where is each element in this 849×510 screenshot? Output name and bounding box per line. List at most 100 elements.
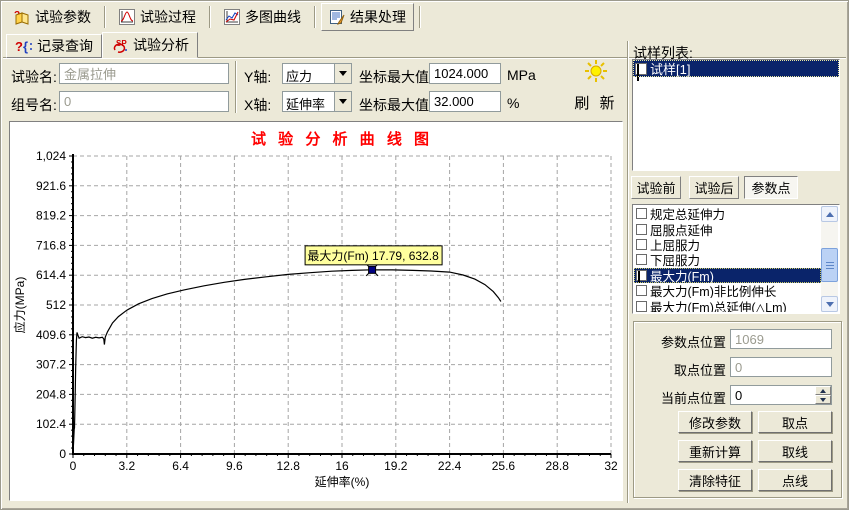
chart-panel[interactable]: 03.26.49.612.81619.222.425.628.8321,0249…	[9, 121, 623, 501]
x-tick-label: 22.4	[438, 459, 462, 473]
x-axis-selected-value: 延伸率	[283, 92, 334, 111]
y-tick-label: 716.8	[36, 238, 66, 252]
multi-chart-icon	[224, 9, 240, 25]
y-tick-label: 102.4	[36, 417, 66, 431]
param-item-label: 最大力(Fm)非比例伸长	[650, 283, 776, 298]
param-point-item[interactable]: 下屈服力	[634, 252, 821, 267]
scroll-down-button[interactable]	[821, 296, 838, 312]
x-tick-label: 16	[335, 459, 349, 473]
y-tick-label: 512	[46, 298, 66, 312]
toolbar-button-label: 多图曲线	[245, 7, 301, 27]
toolbar-button-multi-curves[interactable]: 多图曲线	[216, 3, 309, 31]
y-unit-label: MPa	[507, 67, 536, 83]
toolbar-button-label: 结果处理	[350, 7, 406, 27]
sample-list[interactable]: 试样[1]	[632, 59, 840, 171]
nav-tab-bar: ?{记录查询SP试验分析	[6, 32, 198, 58]
refresh-label: 刷 新	[574, 92, 617, 113]
x-coord-max-input[interactable]	[429, 91, 501, 112]
param-tab-before-test[interactable]: 试验前	[631, 176, 681, 199]
param-point-item[interactable]: 最大力(Fm)非比例伸长	[634, 283, 821, 298]
checkbox-checked[interactable]	[636, 270, 647, 281]
current-position-stepper[interactable]	[815, 386, 831, 404]
x-coord-max-label: 坐标最大值	[359, 95, 429, 115]
param-point-item[interactable]: 规定总延伸力	[634, 206, 821, 221]
param-point-item[interactable]: 最大力(Fm)总延伸(△Lm)	[634, 298, 821, 312]
pick-position-input	[730, 357, 832, 377]
param-tab-after-test[interactable]: 试验后	[689, 176, 739, 199]
param-groupbox: 参数点位置 取点位置 当前点位置 修改参数取点重新计算取线清除特征点线	[633, 321, 842, 498]
stress-strain-curve	[73, 270, 501, 454]
scrollbar[interactable]	[821, 206, 838, 312]
checkbox-unchecked[interactable]	[636, 208, 647, 219]
spinner-up-button[interactable]	[815, 386, 831, 395]
check-icon	[638, 271, 640, 283]
x-axis-select[interactable]: 延伸率	[282, 91, 352, 112]
y-tick-label: 614.4	[36, 268, 66, 282]
param-item-label: 下屈服力	[650, 252, 700, 267]
y-coord-max-input[interactable]	[429, 63, 501, 84]
param-tab-param-points[interactable]: 参数点	[744, 176, 798, 199]
y-tick-label: 409.6	[36, 328, 66, 342]
tab-test-analysis[interactable]: SP试验分析	[102, 32, 198, 58]
recalculate-button[interactable]: 重新计算	[678, 440, 752, 462]
modify-params-button[interactable]: 修改参数	[678, 411, 752, 433]
curve-chart-icon	[119, 9, 135, 25]
x-tick-label: 19.2	[384, 459, 408, 473]
toolbar-separator	[314, 6, 316, 28]
analysis-curve-chart[interactable]: 03.26.49.612.81619.222.425.628.8321,0249…	[10, 122, 622, 500]
toolbar-button-test-params[interactable]: ?试验参数	[5, 3, 99, 31]
param-item-label: 规定总延伸力	[650, 206, 725, 221]
test-name-input[interactable]	[59, 63, 229, 84]
checkbox-unchecked[interactable]	[636, 239, 647, 250]
book-icon: ?	[13, 9, 30, 25]
param-point-item[interactable]: 屈服点延伸	[634, 221, 821, 236]
pick-line-button[interactable]: 取线	[758, 440, 832, 462]
x-tick-label: 0	[70, 459, 77, 473]
y-tick-label: 819.2	[36, 209, 66, 223]
toolbar-button-result-processing[interactable]: 结果处理	[321, 3, 414, 31]
pick-point-button[interactable]: 取点	[758, 411, 832, 433]
chevron-down-icon[interactable]	[334, 92, 351, 111]
y-tick-label: 204.8	[36, 387, 66, 401]
checkbox-unchecked[interactable]	[636, 254, 647, 265]
checkbox-unchecked[interactable]	[636, 301, 647, 312]
point-line-button[interactable]: 点线	[758, 469, 832, 491]
sp-stamp-icon: SP	[111, 37, 129, 53]
arrow-up-icon	[826, 212, 834, 217]
chevron-down-icon[interactable]	[334, 64, 351, 83]
pick-position-label: 取点位置	[636, 360, 726, 379]
test-name-label: 试验名:	[11, 67, 57, 87]
svg-text:{: {	[23, 39, 28, 54]
x-tick-label: 28.8	[546, 459, 570, 473]
point-position-input	[730, 329, 832, 349]
toolbar-button-test-process[interactable]: 试验过程	[111, 3, 204, 31]
checkbox-unchecked[interactable]	[636, 224, 647, 235]
x-unit-label: %	[507, 95, 519, 111]
param-item-label: 最大力(Fm)	[650, 268, 714, 283]
y-tick-label: 307.2	[36, 358, 66, 372]
group-name-input[interactable]	[59, 91, 229, 112]
checkbox-checked[interactable]	[635, 63, 647, 75]
param-point-items: 规定总延伸力屈服点延伸上屈服力下屈服力最大力(Fm)最大力(Fm)非比例伸长最大…	[634, 206, 821, 312]
svg-text:SP: SP	[116, 39, 127, 48]
scroll-up-button[interactable]	[821, 206, 838, 222]
checkbox-unchecked[interactable]	[636, 285, 647, 296]
x-tick-label: 9.6	[226, 459, 243, 473]
query-icon: ?{	[15, 38, 33, 54]
scroll-thumb[interactable]	[821, 248, 838, 282]
toolbar-separator	[104, 6, 106, 28]
clear-features-button[interactable]: 清除特征	[678, 469, 752, 491]
param-point-item[interactable]: 上屈服力	[634, 237, 821, 252]
refresh-button[interactable]: 刷 新	[567, 59, 625, 113]
sample-list-item[interactable]: 试样[1]	[633, 60, 839, 77]
param-point-list[interactable]: 规定总延伸力屈服点延伸上屈服力下屈服力最大力(Fm)最大力(Fm)非比例伸长最大…	[632, 204, 840, 314]
y-axis-select[interactable]: 应力	[282, 63, 352, 84]
arrow-down-icon	[820, 398, 826, 402]
sample-item-label: 试样[1]	[650, 59, 690, 78]
spinner-down-button[interactable]	[815, 395, 831, 404]
param-item-label: 屈服点延伸	[650, 221, 713, 236]
param-point-item[interactable]: 最大力(Fm)	[634, 268, 821, 283]
tab-record-query[interactable]: ?{记录查询	[6, 34, 102, 58]
x-tick-label: 32	[604, 459, 618, 473]
main-toolbar: ?试验参数试验过程 多图曲线 结果处理	[5, 3, 426, 31]
